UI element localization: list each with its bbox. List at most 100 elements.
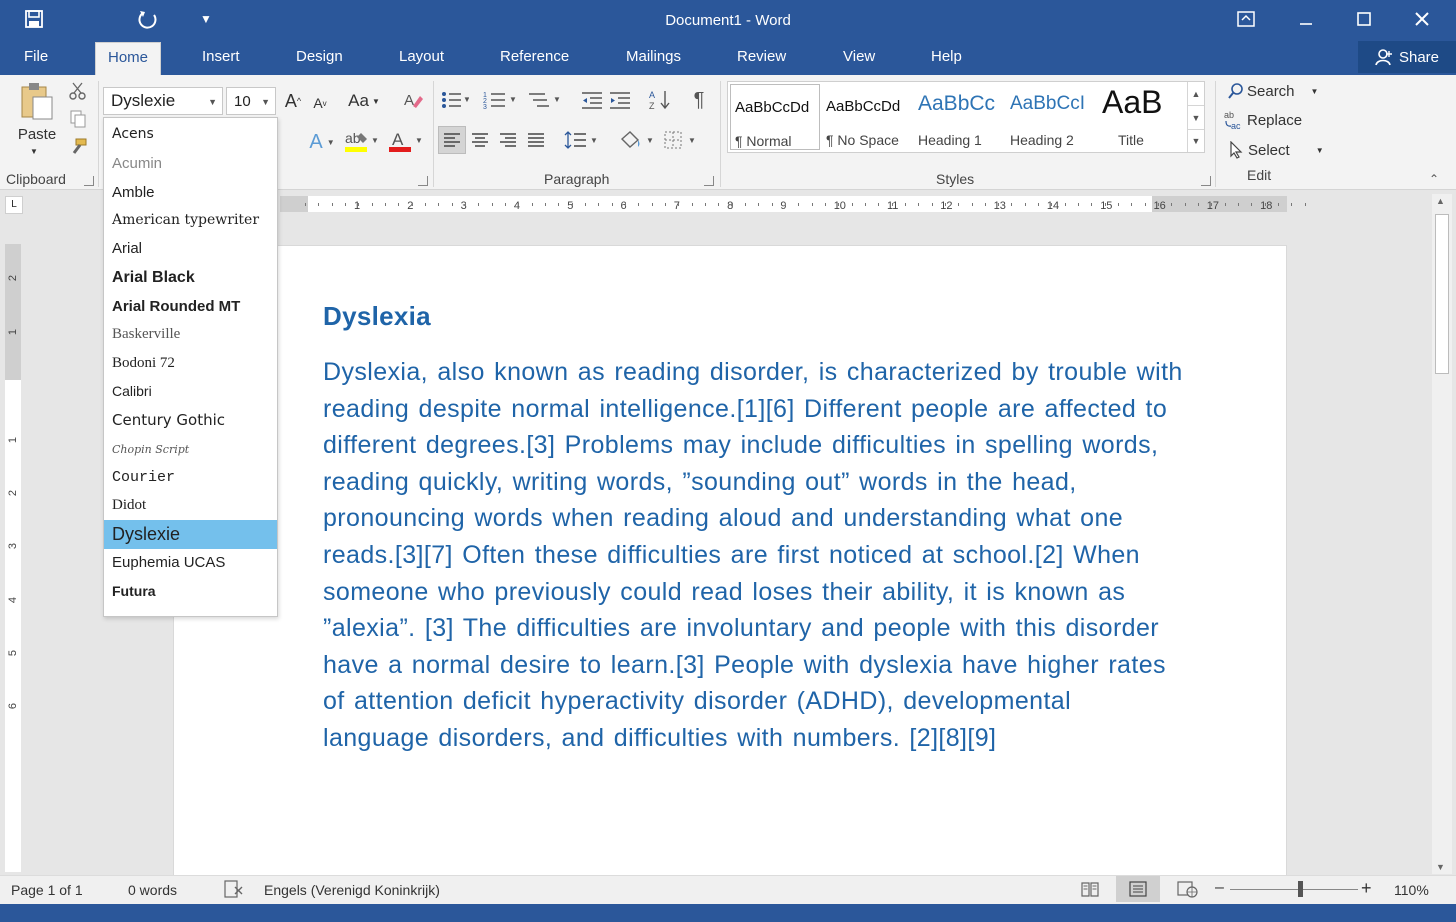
justify-icon[interactable] <box>522 126 550 154</box>
styles-launcher-icon[interactable] <box>1201 176 1211 186</box>
font-option-baskerville[interactable]: Baskerville <box>104 320 277 349</box>
font-option-calibri[interactable]: Calibri <box>104 377 277 406</box>
numbering-icon[interactable]: 1 2 3 ▼ <box>482 87 520 113</box>
bullets-icon[interactable]: ▼ <box>440 87 470 113</box>
font-name-box[interactable]: Dyslexie ▼ <box>103 87 223 115</box>
ribbon-display-options-icon[interactable] <box>1224 4 1268 34</box>
font-option-didot[interactable]: Didot <box>104 491 277 520</box>
document-page[interactable]: Dyslexia Dyslexia, also known as reading… <box>173 245 1287 885</box>
align-center-icon[interactable] <box>466 126 494 154</box>
font-option-amble[interactable]: Amble <box>104 178 277 207</box>
decrease-indent-icon[interactable] <box>578 87 606 113</box>
zoom-out-icon[interactable]: – <box>1215 879 1224 897</box>
zoom-slider-thumb[interactable] <box>1298 881 1304 897</box>
scrollbar-thumb[interactable] <box>1435 214 1449 374</box>
font-option-courier[interactable]: Courier <box>104 463 277 492</box>
multilevel-list-icon[interactable]: ▼ <box>526 87 564 113</box>
font-option-american-typewriter[interactable]: American typewriter <box>104 206 277 235</box>
paste-dropdown-icon[interactable]: ▼ <box>26 145 42 157</box>
style-no-space[interactable]: AaBbCcDd ¶ No Space <box>822 84 912 150</box>
cut-icon[interactable] <box>66 79 90 103</box>
styles-more-icon[interactable]: ▼ <box>1187 129 1204 152</box>
read-mode-icon[interactable] <box>1080 880 1100 901</box>
tab-view[interactable]: View <box>833 40 885 75</box>
paste-icon[interactable] <box>12 81 62 121</box>
style-heading-2[interactable]: AaBbCcI Heading 2 <box>1006 84 1096 150</box>
print-layout-icon[interactable] <box>1116 876 1160 902</box>
tab-insert[interactable]: Insert <box>192 40 250 75</box>
align-left-icon[interactable] <box>438 126 466 154</box>
style-title[interactable]: AaB Title <box>1098 84 1188 150</box>
font-option-arial[interactable]: Arial <box>104 234 277 263</box>
line-spacing-icon[interactable]: ▼ <box>562 126 600 154</box>
zoom-slider[interactable] <box>1230 889 1358 890</box>
font-option-acens[interactable]: Acens <box>104 120 277 149</box>
highlight-color-icon[interactable]: ab ▼ <box>340 127 382 157</box>
font-launcher-icon[interactable] <box>418 176 428 186</box>
align-right-icon[interactable] <box>494 126 522 154</box>
font-size-dropdown-icon[interactable]: ▼ <box>261 97 270 107</box>
document-body[interactable]: Dyslexia, also known as reading disorder… <box>323 354 1183 757</box>
collapse-ribbon-icon[interactable]: ⌃ <box>1424 171 1444 187</box>
scroll-down-icon[interactable]: ▼ <box>1436 862 1445 872</box>
page-count[interactable]: Page 1 of 1 <box>11 882 83 898</box>
tab-home[interactable]: Home <box>95 42 161 75</box>
maximize-icon[interactable] <box>1342 4 1386 34</box>
close-icon[interactable] <box>1400 4 1444 34</box>
word-count[interactable]: 0 words <box>128 882 177 898</box>
vertical-ruler[interactable]: 2 1 1 2 3 4 5 6 <box>5 244 21 872</box>
font-option-euphemia-ucas[interactable]: Euphemia UCAS <box>104 548 277 577</box>
copy-icon[interactable] <box>66 107 90 131</box>
tab-file[interactable]: File <box>14 40 58 75</box>
styles-scroll-up-icon[interactable]: ▲ <box>1187 82 1204 105</box>
change-case-button[interactable]: Aa ▼ <box>344 89 384 113</box>
search-dropdown-icon[interactable]: ▼ <box>1311 87 1319 96</box>
font-option-futura[interactable]: Futura <box>104 577 277 606</box>
grow-font-icon[interactable]: A ^ <box>282 89 304 113</box>
style-heading-1[interactable]: AaBbCc Heading 1 <box>914 84 1004 150</box>
font-color-icon[interactable]: A ▼ <box>384 127 426 157</box>
style-normal[interactable]: AaBbCcDd ¶ Normal <box>730 84 820 150</box>
font-option-chopin-script[interactable]: Chopin Script <box>104 435 277 464</box>
tab-selector-icon[interactable]: L <box>5 196 23 214</box>
scroll-up-icon[interactable]: ▲ <box>1436 196 1445 206</box>
document-heading[interactable]: Dyslexia <box>323 301 431 332</box>
tab-reference[interactable]: Reference <box>490 40 579 75</box>
clear-formatting-icon[interactable]: A <box>398 87 428 113</box>
language-indicator[interactable]: Engels (Verenigd Koninkrijk) <box>264 882 440 898</box>
show-formatting-marks-icon[interactable]: ¶ <box>686 87 712 113</box>
tab-design[interactable]: Design <box>286 40 353 75</box>
paragraph-launcher-icon[interactable] <box>704 176 714 186</box>
select-dropdown-icon[interactable]: ▼ <box>1316 146 1324 155</box>
font-name-dropdown-icon[interactable]: ▼ <box>208 97 217 107</box>
proofing-icon[interactable] <box>222 879 244 902</box>
borders-icon[interactable]: ▼ <box>660 126 700 154</box>
tab-mailings[interactable]: Mailings <box>616 40 691 75</box>
styles-scroll-down-icon[interactable]: ▼ <box>1187 105 1204 129</box>
font-option-arial-black[interactable]: Arial Black <box>104 263 277 292</box>
zoom-in-icon[interactable]: + <box>1361 878 1372 899</box>
shrink-font-icon[interactable]: Av <box>309 91 331 115</box>
horizontal-ruler[interactable]: 1 2 3 4 5 6 7 8 9 10 11 12 13 14 15 16 17 18 <box>280 196 1306 212</box>
font-option-century-gothic[interactable]: Century Gothic <box>104 406 277 435</box>
font-size-box[interactable]: 10 ▼ <box>226 87 276 115</box>
share-button[interactable]: Share <box>1358 41 1456 73</box>
select-button[interactable]: Select ▼ <box>1228 138 1338 162</box>
format-painter-icon[interactable] <box>66 135 90 159</box>
shading-icon[interactable]: ▼ <box>616 126 656 154</box>
font-option-dyslexie[interactable]: Dyslexie <box>104 520 277 549</box>
zoom-level[interactable]: 110% <box>1394 882 1429 898</box>
increase-indent-icon[interactable] <box>606 87 634 113</box>
minimize-icon[interactable] <box>1284 4 1328 34</box>
search-button[interactable]: Search ▼ <box>1228 80 1338 102</box>
font-option-bodoni-72[interactable]: Bodoni 72 <box>104 349 277 378</box>
clipboard-launcher-icon[interactable] <box>84 176 94 186</box>
tab-review[interactable]: Review <box>727 40 796 75</box>
tab-help[interactable]: Help <box>921 40 972 75</box>
tab-layout[interactable]: Layout <box>389 40 454 75</box>
vertical-scrollbar[interactable]: ▲ ▼ <box>1432 194 1452 874</box>
font-option-acumin[interactable]: Acumin <box>104 149 277 178</box>
text-effects-icon[interactable]: A ▼ <box>300 129 344 155</box>
replace-button[interactable]: ab ac Replace <box>1224 108 1334 132</box>
paste-button[interactable]: Paste <box>12 124 62 144</box>
